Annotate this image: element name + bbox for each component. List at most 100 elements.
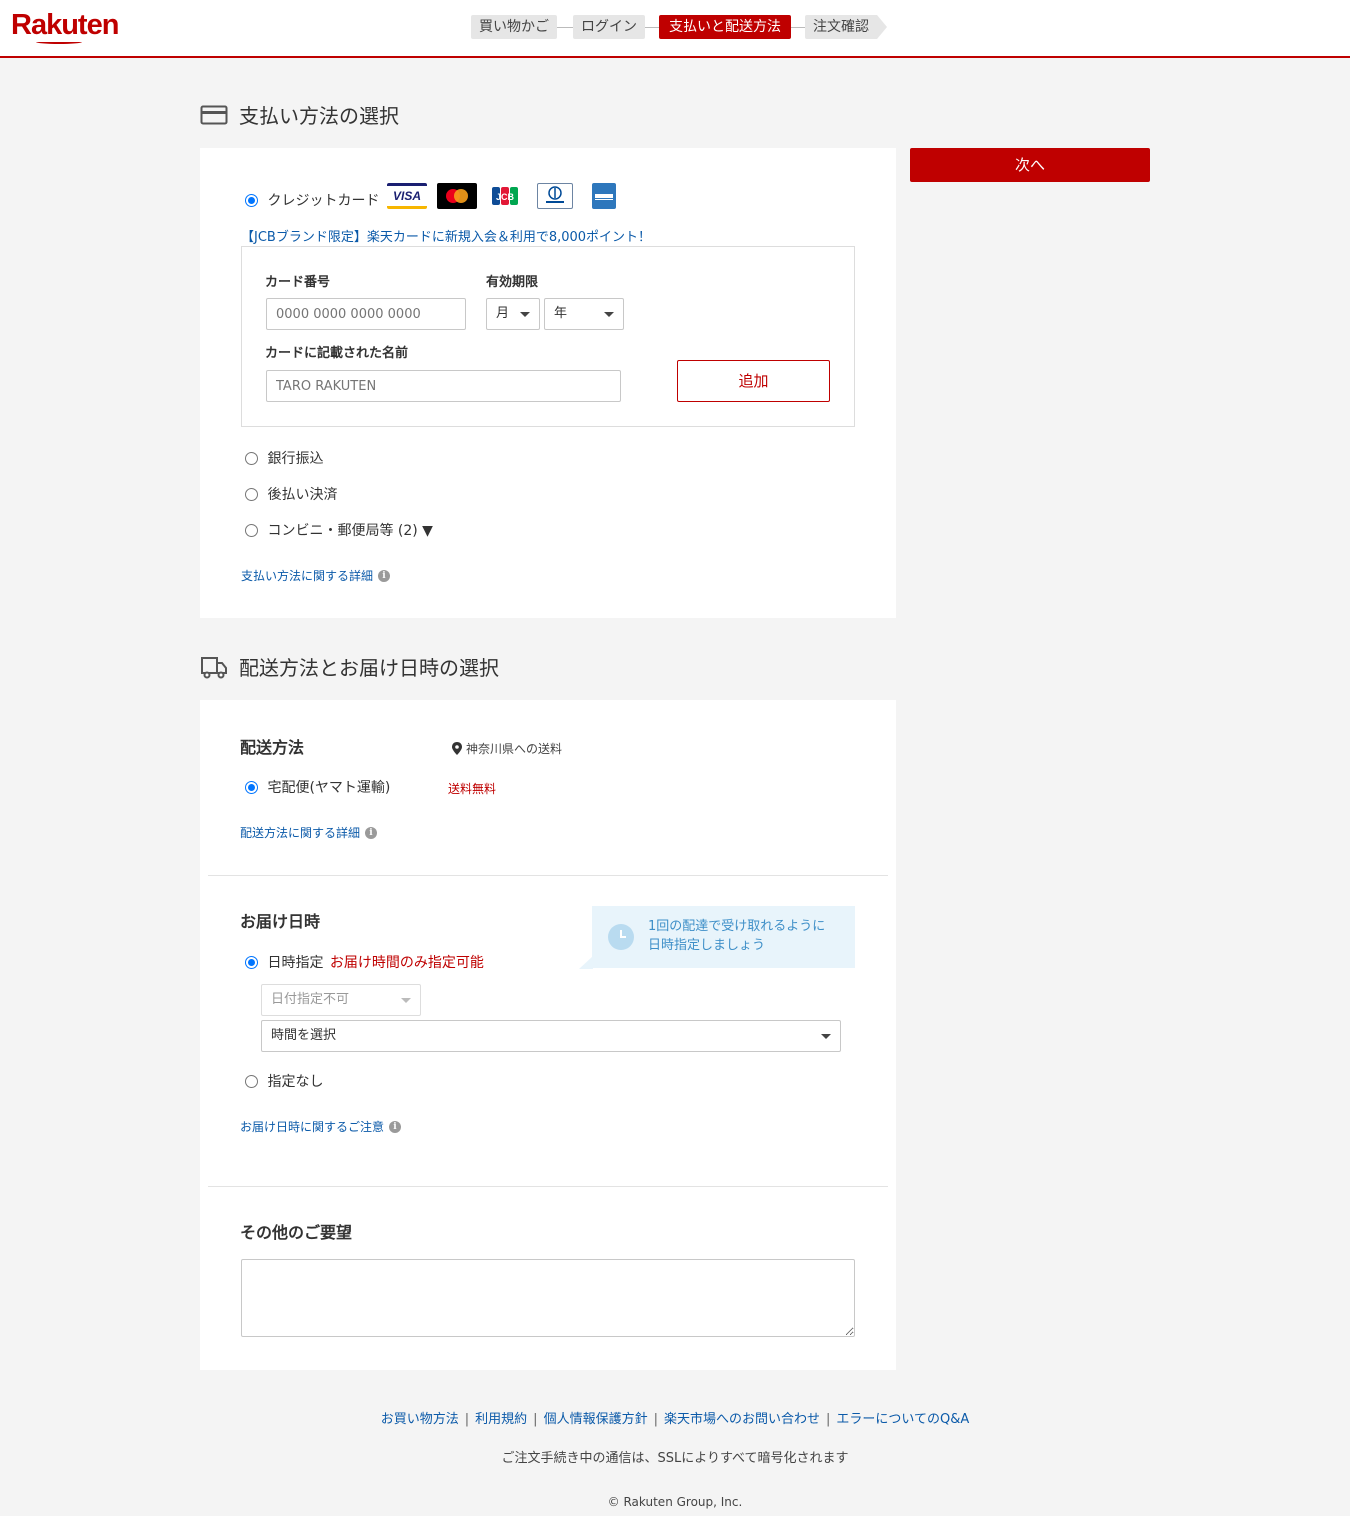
payment-details-link[interactable]: 支払い方法に関する詳細 i xyxy=(241,567,391,584)
delivery-title-text: 配送方法とお届け日時の選択 xyxy=(239,656,499,680)
payment-details-text: 支払い方法に関する詳細 xyxy=(241,569,374,583)
ssl-note: ご注文手続き中の通信は、SSLによりすべて暗号化されます xyxy=(501,1451,849,1466)
chevron-down-icon xyxy=(520,312,530,317)
destination-text: 神奈川県への送料 xyxy=(466,742,563,756)
credit-card-option[interactable]: クレジットカード xyxy=(245,190,379,210)
delivery-section-title: 配送方法とお届け日時の選択 xyxy=(200,652,499,681)
bank-transfer-label: 銀行振込 xyxy=(267,451,324,467)
tip-line-2: 日時指定しましょう xyxy=(648,938,766,953)
step-login: ログイン xyxy=(573,15,645,39)
separator: | xyxy=(464,1412,470,1427)
yamato-option[interactable]: 宅配便(ヤマト運輸) xyxy=(245,777,390,797)
step-payment-shipping: 支払いと配送方法 xyxy=(659,15,791,39)
separator: | xyxy=(653,1412,658,1427)
step-cart: 買い物かご xyxy=(471,15,557,39)
delivery-time-select[interactable]: 時間を選択 xyxy=(261,1020,841,1052)
no-date-radio[interactable] xyxy=(245,1074,258,1088)
cardholder-name-input[interactable] xyxy=(266,370,621,402)
info-icon: i xyxy=(378,570,391,582)
delivery-tip: 1回の配達で受け取れるように 日時指定しましょう xyxy=(592,906,855,968)
delivery-date-select[interactable]: 日付指定不可 xyxy=(261,984,421,1016)
step-connector xyxy=(791,27,805,28)
footer-link-how-to-shop[interactable]: お買い物方法 xyxy=(381,1412,459,1427)
separator: | xyxy=(533,1412,538,1427)
tip-text: 1回の配達で受け取れるように 日時指定しましょう xyxy=(648,917,825,955)
copyright: © Rakuten Group, Inc. xyxy=(607,1495,743,1509)
footer-links: お買い物方法 | 利用規約 | 個人情報保護方針 | 楽天市場へのお問い合わせ | エラーについ… xyxy=(0,1408,1350,1427)
chevron-down-icon xyxy=(401,998,411,1003)
bank-transfer-radio[interactable] xyxy=(245,451,258,465)
specify-date-option[interactable]: 日時指定 お届け時間のみ指定可能 xyxy=(245,952,484,972)
logo-swoosh xyxy=(36,40,82,44)
american-express-icon xyxy=(592,183,616,209)
credit-card-icon xyxy=(200,104,228,126)
delivery-date-notice-link[interactable]: お届け日時に関するご注意 i xyxy=(240,1118,402,1135)
no-date-label: 指定なし xyxy=(267,1074,324,1090)
card-number-input[interactable] xyxy=(266,298,466,330)
delivery-date-value: 日付指定不可 xyxy=(271,992,350,1007)
expiry-month-value: 月 xyxy=(496,306,510,321)
location-pin-icon xyxy=(452,741,462,758)
info-icon: i xyxy=(365,827,378,839)
divider xyxy=(208,875,888,876)
delivery-time-value: 時間を選択 xyxy=(271,1028,337,1043)
yamato-radio[interactable] xyxy=(245,780,258,794)
bank-transfer-option[interactable]: 銀行振込 xyxy=(245,448,323,468)
convenience-store-option[interactable]: コンビニ・郵便局等 (2) ▼ xyxy=(245,520,433,540)
next-button[interactable]: 次へ xyxy=(910,148,1150,182)
jcb-icon: JCB xyxy=(491,183,519,209)
truck-icon xyxy=(200,654,228,680)
divider xyxy=(208,1186,888,1187)
card-number-label: カード番号 xyxy=(265,275,331,290)
footer-link-contact[interactable]: 楽天市場へのお問い合わせ xyxy=(664,1412,820,1427)
expiry-label: 有効期限 xyxy=(486,275,539,290)
info-icon: i xyxy=(389,1121,402,1133)
payment-title-text: 支払い方法の選択 xyxy=(239,104,399,128)
shipping-destination: 神奈川県への送料 xyxy=(452,740,562,758)
expiry-month-select[interactable]: 月 xyxy=(486,298,540,330)
mastercard-icon xyxy=(437,183,477,209)
specify-date-label: 日時指定 xyxy=(267,955,324,971)
no-date-option[interactable]: 指定なし xyxy=(245,1071,323,1091)
rakuten-logo[interactable]: Rakuten xyxy=(11,9,119,42)
jcb-promo-link[interactable]: 【JCBブランド限定】楽天カードに新規入会＆利用で8,000ポイント！ xyxy=(241,226,651,245)
shipping-fee: 送料無料 xyxy=(448,782,497,796)
delivery-method-details-link[interactable]: 配送方法に関する詳細 i xyxy=(240,824,378,841)
separator: | xyxy=(825,1412,831,1427)
deferred-payment-radio[interactable] xyxy=(245,487,258,501)
payment-section-title: 支払い方法の選択 xyxy=(200,100,399,129)
footer-link-error-qa[interactable]: エラーについてのQ&A xyxy=(836,1412,969,1427)
header: Rakuten 買い物かご ログイン 支払いと配送方法 注文確認 xyxy=(0,0,1350,58)
chevron-down-icon xyxy=(821,1034,831,1039)
footer-link-privacy[interactable]: 個人情報保護方針 xyxy=(544,1412,648,1427)
visa-icon: VISA xyxy=(387,183,427,209)
delivery-method-details-text: 配送方法に関する詳細 xyxy=(240,826,361,840)
date-note: お届け時間のみ指定可能 xyxy=(329,955,484,971)
specify-date-radio[interactable] xyxy=(245,955,258,969)
deferred-payment-label: 後払い決済 xyxy=(267,487,338,503)
delivery-method-heading: 配送方法 xyxy=(240,738,305,757)
convenience-store-radio[interactable] xyxy=(245,523,258,537)
clock-icon xyxy=(608,924,634,950)
other-requests-textarea[interactable] xyxy=(241,1259,855,1337)
add-card-button[interactable]: 追加 xyxy=(677,360,830,402)
step-connector xyxy=(645,27,659,28)
other-requests-heading: その他のご要望 xyxy=(240,1223,353,1242)
delivery-date-heading: お届け日時 xyxy=(240,912,321,931)
credit-card-radio[interactable] xyxy=(245,193,258,207)
step-confirm: 注文確認 xyxy=(805,15,877,39)
cardholder-name-label: カードに記載された名前 xyxy=(265,346,409,361)
step-connector xyxy=(557,27,573,28)
svg-text:JCB: JCB xyxy=(496,192,515,202)
yamato-label: 宅配便(ヤマト運輸) xyxy=(267,780,391,796)
tip-line-1: 1回の配達で受け取れるように xyxy=(648,919,826,934)
expiry-year-value: 年 xyxy=(554,306,568,321)
tip-tail xyxy=(579,956,593,969)
expiry-year-select[interactable]: 年 xyxy=(544,298,624,330)
step-arrow-icon xyxy=(877,15,887,39)
deferred-payment-option[interactable]: 後払い決済 xyxy=(245,484,337,504)
diners-club-icon xyxy=(537,183,573,209)
chevron-down-icon xyxy=(604,312,614,317)
footer-link-terms[interactable]: 利用規約 xyxy=(475,1412,527,1427)
delivery-date-notice-text: お届け日時に関するご注意 xyxy=(240,1120,385,1134)
